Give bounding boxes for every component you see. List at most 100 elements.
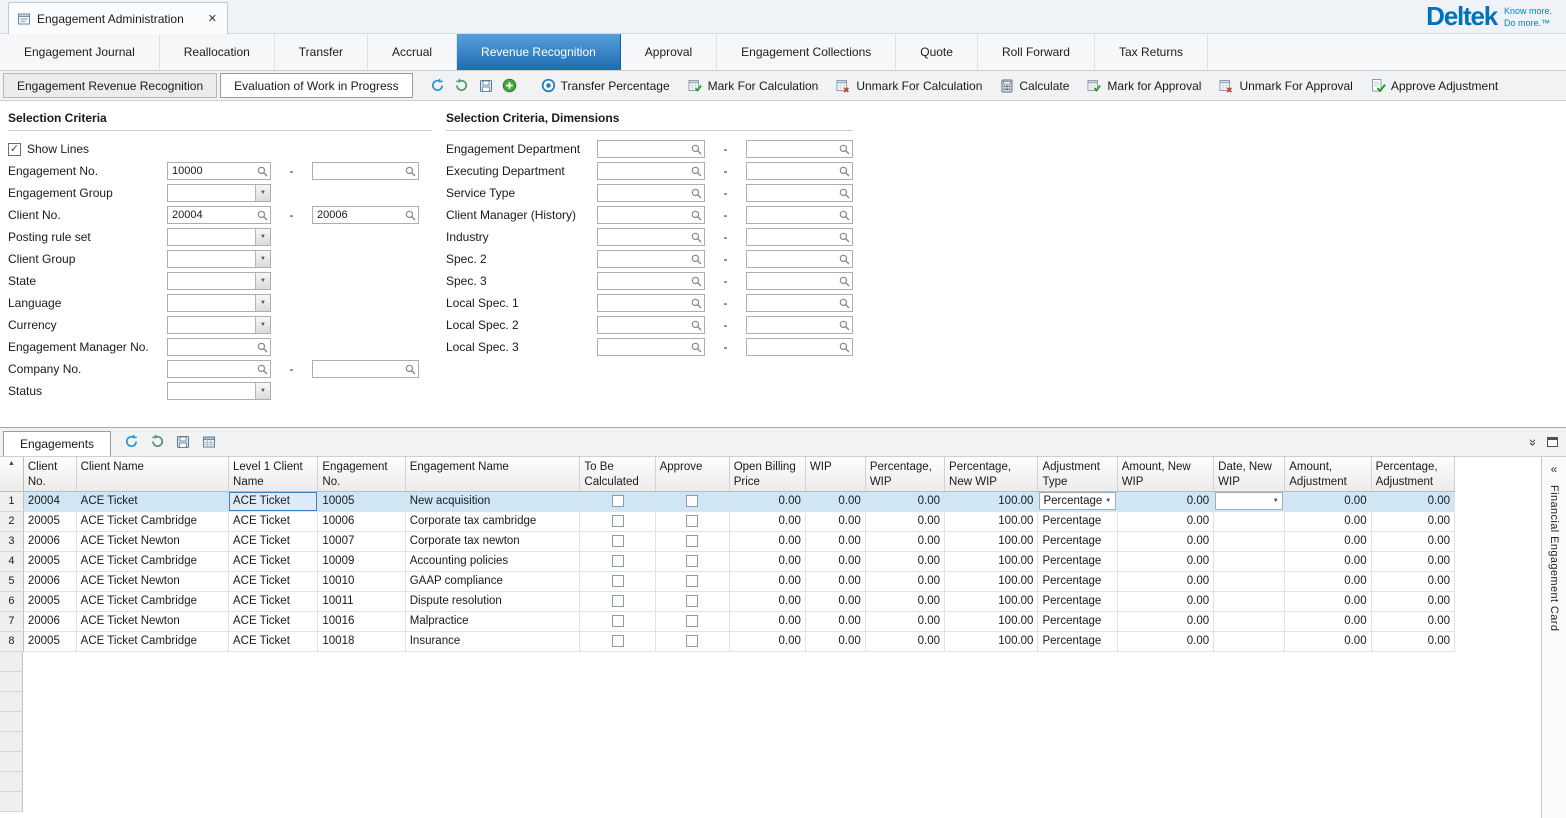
checkbox[interactable] (612, 635, 624, 647)
executing-department-from-input[interactable] (597, 162, 705, 180)
magnifier-icon[interactable] (691, 166, 702, 177)
cell-client_name[interactable]: ACE Ticket Cambridge (76, 591, 228, 611)
cell-date_new_wip[interactable] (1214, 631, 1285, 651)
cell-adjustment_type[interactable]: Percentage▼ (1038, 491, 1117, 511)
cell-level1_client_name[interactable]: ACE Ticket (229, 511, 318, 531)
cell-client_no[interactable]: 20005 (23, 511, 76, 531)
cell-percentage_new_wip[interactable]: 100.00 (945, 511, 1038, 531)
cell-open_billing_price[interactable]: 0.00 (729, 591, 805, 611)
cell-open_billing_price[interactable]: 0.00 (729, 511, 805, 531)
column-header-engagement_name[interactable]: Engagement Name (405, 457, 580, 491)
cell-date_new_wip[interactable] (1214, 591, 1285, 611)
ribbon-tab-quote[interactable]: Quote (896, 34, 978, 70)
subtab-engagement-revenue-recognition[interactable]: Engagement Revenue Recognition (3, 73, 217, 98)
table-row[interactable]: 220005ACE Ticket CambridgeACE Ticket1000… (0, 511, 1455, 531)
engagement-group-dropdown[interactable]: ▼ (167, 184, 271, 202)
cell-date_new_wip[interactable] (1214, 551, 1285, 571)
table-row[interactable]: 320006ACE Ticket NewtonACE Ticket10007Co… (0, 531, 1455, 551)
cell-client_name[interactable]: ACE Ticket Newton (76, 611, 228, 631)
ribbon-tab-revenue-recognition[interactable]: Revenue Recognition (457, 34, 621, 70)
chevron-down-icon[interactable]: ▼ (255, 273, 270, 289)
cell-percentage_adjustment[interactable]: 0.00 (1371, 511, 1454, 531)
row-number[interactable]: 6 (0, 591, 23, 611)
magnifier-icon[interactable] (405, 364, 416, 375)
cell-engagement_no[interactable]: 10007 (318, 531, 405, 551)
column-header-engagement_no[interactable]: Engagement No. (318, 457, 405, 491)
cell-amount_new_wip[interactable]: 0.00 (1117, 551, 1213, 571)
cell-wip[interactable]: 0.00 (805, 531, 865, 551)
service-type-to-input[interactable] (746, 184, 853, 202)
cell-engagement_name[interactable]: Corporate tax newton (405, 531, 580, 551)
cell-client_name[interactable]: ACE Ticket Cambridge (76, 551, 228, 571)
cell-amount_new_wip[interactable]: 0.00 (1117, 571, 1213, 591)
cell-percentage_new_wip[interactable]: 100.00 (945, 491, 1038, 511)
cell-percentage_new_wip[interactable]: 100.00 (945, 611, 1038, 631)
cell-open_billing_price[interactable]: 0.00 (729, 531, 805, 551)
column-header-percentage_new_wip[interactable]: Percentage, New WIP (945, 457, 1038, 491)
magnifier-icon[interactable] (839, 188, 850, 199)
cell-percentage_wip[interactable]: 0.00 (865, 511, 944, 531)
expand-panel-icon[interactable]: « (1551, 462, 1558, 476)
magnifier-icon[interactable] (691, 342, 702, 353)
cell-amount_new_wip[interactable]: 0.00 (1117, 611, 1213, 631)
cell-percentage_adjustment[interactable]: 0.00 (1371, 531, 1454, 551)
document-tab[interactable]: Engagement Administration ✕ (8, 2, 228, 34)
cell-client_no[interactable]: 20005 (23, 591, 76, 611)
cell-engagement_name[interactable]: Corporate tax cambridge (405, 511, 580, 531)
cell-percentage_wip[interactable]: 0.00 (865, 491, 944, 511)
cell-adjustment_type[interactable]: Percentage (1038, 511, 1117, 531)
checkbox-icon[interactable]: ✓ (8, 143, 21, 156)
posting-rule-set-dropdown[interactable]: ▼ (167, 228, 271, 246)
cell-level1_client_name[interactable]: ACE Ticket (229, 611, 318, 631)
cell-engagement_no[interactable]: 10011 (318, 591, 405, 611)
checkbox[interactable] (686, 515, 698, 527)
magnifier-icon[interactable] (691, 188, 702, 199)
magnifier-icon[interactable] (405, 166, 416, 177)
checkbox[interactable] (686, 535, 698, 547)
cell-client_no[interactable]: 20005 (23, 551, 76, 571)
table-row[interactable]: 720006ACE Ticket NewtonACE Ticket10016Ma… (0, 611, 1455, 631)
client-group-dropdown[interactable]: ▼ (167, 250, 271, 268)
local-spec-1-to-input[interactable] (746, 294, 853, 312)
cell-amount_adjustment[interactable]: 0.00 (1285, 491, 1371, 511)
cell-percentage_adjustment[interactable]: 0.00 (1371, 611, 1454, 631)
show-lines-checkbox[interactable]: ✓ Show Lines (8, 138, 432, 160)
grid-table-button[interactable] (197, 430, 221, 454)
table-row[interactable]: 420005ACE Ticket CambridgeACE Ticket1000… (0, 551, 1455, 571)
magnifier-icon[interactable] (691, 232, 702, 243)
checkbox[interactable] (686, 575, 698, 587)
mark-for-calculation-button[interactable]: Mark For Calculation (679, 74, 828, 98)
cell-level1_client_name[interactable]: ACE Ticket (229, 491, 318, 511)
local-spec-3-to-input[interactable] (746, 338, 853, 356)
chevron-down-icon[interactable]: ▼ (255, 185, 270, 201)
cell-date_new_wip[interactable] (1214, 611, 1285, 631)
column-header-amount_adjustment[interactable]: Amount, Adjustment (1285, 457, 1371, 491)
grid-undo-button[interactable] (145, 430, 169, 454)
client-manager-history-from-input[interactable] (597, 206, 705, 224)
column-header-client_no[interactable]: Client No. (23, 457, 76, 491)
column-header-level1_client_name[interactable]: Level 1 Client Name (229, 457, 318, 491)
local-spec-3-from-input[interactable] (597, 338, 705, 356)
cell-amount_adjustment[interactable]: 0.00 (1285, 591, 1371, 611)
cell-engagement_no[interactable]: 10016 (318, 611, 405, 631)
cell-wip[interactable]: 0.00 (805, 491, 865, 511)
magnifier-icon[interactable] (405, 210, 416, 221)
cell-percentage_new_wip[interactable]: 100.00 (945, 531, 1038, 551)
engagement-department-to-input[interactable] (746, 140, 853, 158)
float-window-button[interactable] (1547, 436, 1558, 450)
table-row[interactable]: 520006ACE Ticket NewtonACE Ticket10010GA… (0, 571, 1455, 591)
magnifier-icon[interactable] (839, 210, 850, 221)
save-button[interactable] (474, 74, 498, 98)
cell-percentage_new_wip[interactable]: 100.00 (945, 551, 1038, 571)
ribbon-tab-engagement-journal[interactable]: Engagement Journal (0, 34, 160, 70)
client-no-to-input[interactable]: 20006 (312, 206, 419, 224)
cell-amount_adjustment[interactable]: 0.00 (1285, 611, 1371, 631)
cell-open_billing_price[interactable]: 0.00 (729, 631, 805, 651)
cell-level1_client_name[interactable]: ACE Ticket (229, 531, 318, 551)
chevron-down-icon[interactable]: ▼ (255, 251, 270, 267)
magnifier-icon[interactable] (839, 342, 850, 353)
cell-amount_adjustment[interactable]: 0.00 (1285, 551, 1371, 571)
cell-client_no[interactable]: 20004 (23, 491, 76, 511)
local-spec-2-to-input[interactable] (746, 316, 853, 334)
unmark-for-calculation-button[interactable]: Unmark For Calculation (827, 74, 991, 98)
